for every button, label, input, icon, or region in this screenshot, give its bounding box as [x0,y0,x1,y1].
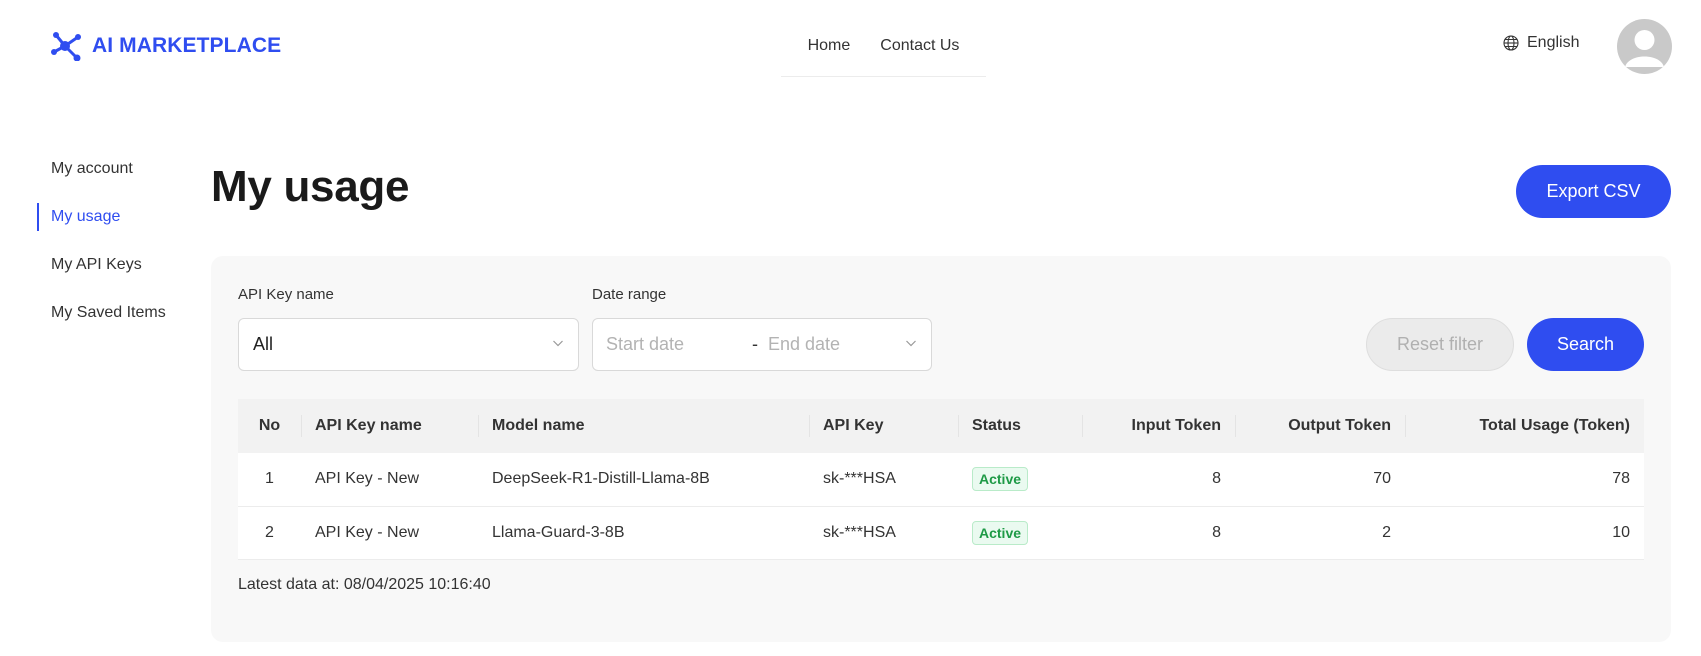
cell-api-key-name: API Key - New [301,506,478,560]
language-selector[interactable]: English [1503,34,1579,52]
column-header-output-token: Output Token [1235,399,1405,453]
sidebar-item-my-usage[interactable]: My usage [37,203,197,256]
nav-home-link[interactable]: Home [808,28,851,76]
cell-total-usage: 78 [1405,453,1644,507]
cell-no: 2 [238,506,301,560]
column-header-api-key: API Key [809,399,958,453]
status-badge: Active [972,467,1029,492]
table-header-row: No API Key name Model name API Key Statu… [238,399,1644,453]
table-row: 1 API Key - New DeepSeek-R1-Distill-Llam… [238,453,1644,507]
logo[interactable]: AI MARKETPLACE [50,31,281,61]
language-label: English [1527,34,1580,51]
nav-contact-link[interactable]: Contact Us [880,28,959,76]
page-title: My usage [211,162,410,211]
cell-api-key: sk-***HSA [809,453,958,507]
table-row: 2 API Key - New Llama-Guard-3-8B sk-***H… [238,506,1644,560]
search-button[interactable]: Search [1527,318,1644,371]
column-header-status: Status [958,399,1082,453]
top-nav: Home Contact Us [781,28,986,77]
cell-output-token: 2 [1235,506,1405,560]
cell-input-token: 8 [1082,506,1235,560]
sidebar-item-my-api-keys[interactable]: My API Keys [37,256,197,304]
cell-status: Active [958,506,1082,560]
chevron-down-icon [905,337,917,349]
user-icon [1625,30,1664,67]
column-header-api-key-name: API Key name [301,399,478,453]
date-range-label: Date range [592,286,667,303]
network-logo-icon [51,32,81,61]
api-key-name-label: API Key name [238,286,334,303]
cell-model-name: Llama-Guard-3-8B [478,506,809,560]
column-header-model-name: Model name [478,399,809,453]
cell-api-key-name: API Key - New [301,453,478,507]
chevron-down-icon [552,337,564,349]
column-header-no: No [238,399,301,453]
reset-filter-button[interactable]: Reset filter [1366,318,1514,371]
page: AI MARKETPLACE Home Contact Us English M… [0,0,1701,656]
cell-output-token: 70 [1235,453,1405,507]
cell-total-usage: 10 [1405,506,1644,560]
logo-text: AI MARKETPLACE [92,34,282,57]
api-key-select[interactable]: All [238,318,579,371]
date-separator: - [752,334,758,354]
date-range-picker[interactable]: Start date - End date [592,318,932,371]
cell-status: Active [958,453,1082,507]
cell-input-token: 8 [1082,453,1235,507]
cell-model-name: DeepSeek-R1-Distill-Llama-8B [478,453,809,507]
latest-data-timestamp: Latest data at: 08/04/2025 10:16:40 [238,576,491,593]
sidebar-item-my-account[interactable]: My account [37,160,197,208]
usage-table: No API Key name Model name API Key Statu… [238,399,1644,560]
api-key-select-value: All [253,334,274,354]
cell-api-key: sk-***HSA [809,506,958,560]
sidebar: My account My usage My API Keys My Saved… [37,160,197,352]
end-date-input[interactable]: End date [768,334,840,355]
status-badge: Active [972,520,1029,545]
export-csv-button[interactable]: Export CSV [1516,165,1671,218]
start-date-input[interactable]: Start date [606,334,752,355]
column-header-input-token: Input Token [1082,399,1235,453]
globe-icon [1503,35,1519,51]
cell-no: 1 [238,453,301,507]
usage-panel: API Key name Date range All Start date -… [211,256,1671,642]
column-header-total-usage: Total Usage (Token) [1405,399,1644,453]
sidebar-item-my-saved-items[interactable]: My Saved Items [37,304,197,352]
avatar[interactable] [1617,19,1672,74]
